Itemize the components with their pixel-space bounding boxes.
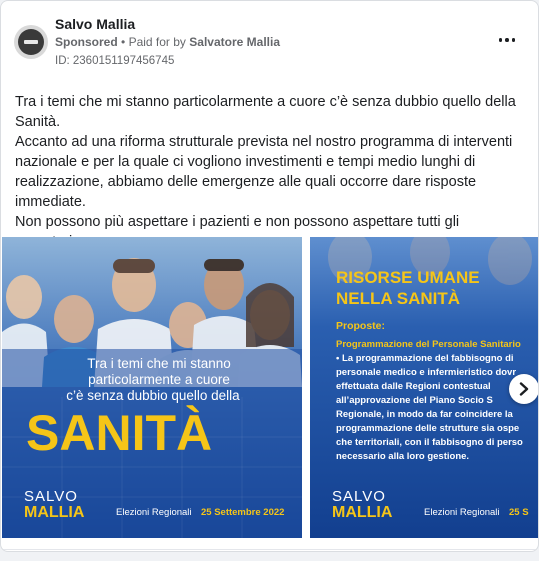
ad-id: ID: 236015119745674­5	[55, 55, 175, 67]
slide2-bullet-line: che territoriali, con il fabbisogno di p…	[336, 437, 523, 448]
slide2-election-date: 25 S	[509, 507, 529, 518]
slide2-bullet-line: programmazione delle strutture sia ospe	[336, 423, 519, 434]
body-paragraph: Accanto ad una riforma strutturale previ…	[15, 134, 513, 210]
paid-for-by[interactable]: Salvatore Mallia	[189, 35, 280, 49]
meta-separator: •	[121, 35, 129, 49]
slide1-headline-1: Tra i temi che mi stanno	[87, 356, 231, 371]
ad-card: Salvo Mallia Sponsored • Paid for by Sal…	[0, 0, 539, 552]
image-carousel[interactable]: Tra i temi che mi stanno particolarmente…	[1, 237, 538, 538]
carousel-next-button[interactable]	[509, 374, 538, 404]
page-name[interactable]: Salvo Mallia	[55, 16, 135, 32]
post-body: Tra i temi che mi stanno particolarmente…	[15, 92, 527, 252]
carousel-slide-1[interactable]: Tra i temi che mi stanno particolarmente…	[2, 237, 302, 538]
paid-for-prefix: Paid for by	[128, 35, 186, 49]
slide2-subheading: Programmazione del Personale Sanitario	[336, 339, 521, 350]
slide1-logo-top: SALVO	[24, 488, 78, 505]
slide1-election-date: 25 Settembre 2022	[201, 507, 284, 518]
card-divider	[1, 549, 538, 550]
more-horizontal-icon	[498, 38, 503, 42]
slide1-headline-2: particolarmente a cuore	[88, 372, 230, 387]
slide2-proposte: Proposte:	[336, 320, 385, 332]
slide2-bullet-line: Regionale, in modo da far coincidere la	[336, 409, 514, 420]
slide2-bullet-line: personale medico e infermieristico dovr	[336, 367, 516, 378]
slide2-election-text: Elezioni Regionali	[424, 507, 500, 518]
sponsored-meta: Sponsored • Paid for by Salvatore Mallia	[55, 35, 280, 49]
slide1-election-text: Elezioni Regionali	[116, 507, 192, 518]
slide1-headline-3: c’è senza dubbio quello della	[66, 388, 240, 403]
slide1-big-word: SANITÀ	[26, 405, 212, 461]
slide2-bullet-line: necessario alla loro gestione.	[336, 451, 469, 462]
slide2-bullet-line: • La programmazione del fabbisogno di	[336, 353, 514, 364]
page-avatar[interactable]	[14, 25, 48, 59]
slide2-bullet-line: effettuata dalle Regioni contestual	[336, 381, 491, 392]
slide-2-image: RISORSE UMANE NELLA SANITÀ Proposte: Pro…	[310, 237, 538, 538]
slide2-title-1: RISORSE UMANE	[336, 268, 480, 287]
slide2-logo-bottom: MALLIA	[332, 504, 393, 521]
slide2-bullet-line: all’approvazione del Piano Socio S	[336, 395, 493, 406]
body-paragraph: Tra i temi che mi stanno particolarmente…	[15, 94, 516, 130]
slide-1-image: Tra i temi che mi stanno particolarmente…	[2, 237, 302, 538]
slide2-title-2: NELLA SANITÀ	[336, 289, 460, 308]
slide2-logo-top: SALVO	[332, 488, 386, 505]
chevron-right-icon	[519, 382, 529, 396]
slide1-logo-bottom: MALLIA	[24, 504, 85, 521]
sponsored-label: Sponsored	[55, 35, 118, 49]
more-options-button[interactable]	[495, 31, 519, 49]
carousel-slide-2[interactable]: RISORSE UMANE NELLA SANITÀ Proposte: Pro…	[310, 237, 538, 538]
blocked-avatar-icon	[18, 29, 44, 55]
